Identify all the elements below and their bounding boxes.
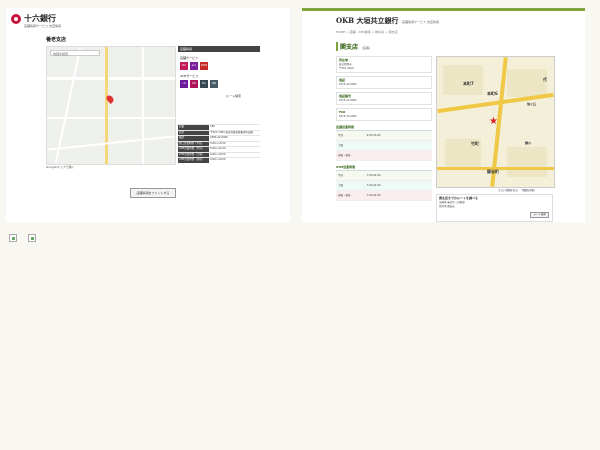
service-icon: 駐車場 <box>200 62 208 70</box>
map-links: 大きい地図を見る 地図を印刷 <box>498 188 534 192</box>
info-line: 0575-22-0000 <box>339 83 357 86</box>
route-search-link[interactable]: ルート検索 <box>226 94 260 98</box>
map-block <box>507 147 547 177</box>
map-road <box>47 77 175 80</box>
map-label: 錦谷町 <box>487 169 499 174</box>
row-value <box>364 150 432 161</box>
okb-brand[interactable]: OKB 大垣共立銀行 <box>336 16 399 26</box>
atm-service-icon: 出金 <box>190 80 198 88</box>
atm-service-icon: 入金 <box>180 80 188 88</box>
map-block <box>507 69 547 97</box>
row-value: 7:00-21:00 <box>364 171 432 181</box>
broken-image-icon <box>28 234 36 242</box>
map-label: 竹町 <box>471 141 479 146</box>
row-key: 日曜・祝日 <box>336 190 365 201</box>
map-label: 本町6 <box>487 91 498 96</box>
branch-info-table: 店番 280 住所 〒503-1383 岐阜県養老郡養老町高田 電話 0584-32-… <box>178 124 260 163</box>
row-value: 9:00～19:00 <box>209 157 260 163</box>
map-block <box>443 65 483 95</box>
row-value: 〒503-1383 岐阜県養老郡養老町高田 <box>209 129 260 136</box>
juroku-brand[interactable]: 十六銀行 <box>24 13 56 24</box>
hours-table: 平日 9:00-15:00 土曜 日曜・祝日 <box>336 131 432 161</box>
service-icons: 窓口 ATM 駐車場 <box>180 62 260 70</box>
print-map-link[interactable]: 地図を印刷 <box>522 189 535 192</box>
map-road <box>47 135 175 151</box>
atm-service-icons: 入金 出金 振込 通帳 <box>180 80 260 88</box>
row-key: 土曜 <box>336 180 365 191</box>
print-button[interactable]: 店舗情報をプリントする <box>130 188 176 198</box>
service-icon: 窓口 <box>180 62 188 70</box>
broken-image-icon <box>9 234 17 242</box>
route-destination: 目的地 関支店 <box>439 205 455 208</box>
row-key: 平日 <box>336 131 365 141</box>
table-row: 日曜・祝日 <box>336 150 432 161</box>
atm-service-icon: 通帳 <box>210 80 218 88</box>
open-in-google-maps-link[interactable]: Googleマップで開く <box>46 165 75 169</box>
info-block: 電話 0575-22-0000 <box>336 76 432 89</box>
row-key: 土曜 <box>336 140 365 151</box>
info-block: FAX 0575-22-0000 <box>336 108 432 121</box>
atm-hours-table: 平日 7:00-21:00 土曜 7:00-21:00 日曜・祝日 7:00-21:0… <box>336 171 432 201</box>
table-row: 平日 7:00-21:00 <box>336 171 432 181</box>
table-row: ATM営業時間（日祝） 9:00～19:00 <box>178 157 260 163</box>
info-line: 〒501-3000 <box>339 67 354 70</box>
row-key: 平日 <box>336 171 365 181</box>
row-value: 9:00-15:00 <box>364 131 432 141</box>
okb-top-bar <box>302 8 585 11</box>
google-map[interactable]: 地図を検索 <box>46 46 176 165</box>
juroku-brand-sub: 店舗情報サービス 支店情報 <box>24 24 61 28</box>
branch-map[interactable]: 本町7 本町6 代 旭ヶ丘 竹町 錦川 錦谷町 ★ <box>436 56 555 188</box>
okb-brand-sub: 店舗情報サービス 支店情報 <box>402 20 439 24</box>
info-line: 0575-22-0000 <box>339 115 357 118</box>
juroku-header: 十六銀行 店舗情報サービス 支店情報 <box>9 11 129 29</box>
map-road <box>105 47 108 164</box>
row-value: 7:00-21:00 <box>364 190 432 201</box>
route-search-button[interactable]: ルート検索 <box>530 212 549 218</box>
table-row: 土曜 <box>336 140 432 151</box>
info-block: 電話番号 0575-22-0000 <box>336 92 432 105</box>
map-label: 錦川 <box>525 141 532 145</box>
map-label: 代 <box>543 77 547 82</box>
atm-service-icon: 振込 <box>200 80 208 88</box>
okb-info-column: 所在地 岐阜県関市 〒501-3000 電話 0575-22-0000 電話番号… <box>336 56 432 204</box>
row-key: 日曜・祝日 <box>336 150 365 161</box>
okb-branch-page: OKB 大垣共立銀行 店舗情報サービス 支店情報 HOME > 店舗・ATM検索… <box>302 8 585 222</box>
branch-info-sidebar: 店舗情報 店舗サービス 窓口 ATM 駐車場 ATMサービス 入金 出金 振込 … <box>178 46 260 98</box>
breadcrumb[interactable]: HOME > 店舗・ATM検索 > 岐阜県 > 関支店 <box>336 30 398 34</box>
hours-title: 店舗営業時間 <box>336 124 432 131</box>
row-value <box>364 140 432 151</box>
route-panel: 関支店までのルートを調べる 出発地 ◉徒歩 ○自動車 目的地 関支店 ルート検索 <box>436 194 553 222</box>
branch-star-icon[interactable]: ★ <box>489 117 498 127</box>
large-map-link[interactable]: 大きい地図を見る <box>498 189 518 192</box>
map-label: 本町7 <box>463 81 474 86</box>
services-title: 店舗サービス <box>180 56 199 60</box>
service-icon: ATM <box>190 62 198 70</box>
info-block: 所在地 岐阜県関市 〒501-3000 <box>336 56 432 73</box>
juroku-logo-icon[interactable] <box>11 14 21 24</box>
row-key: ATM営業時間（日祝） <box>178 157 210 163</box>
info-line: 0575-22-0000 <box>339 99 357 102</box>
branch-code: （店番） <box>360 46 373 50</box>
row-value: 7:00-21:00 <box>364 180 432 191</box>
atm-hours-title: ATM営業時間 <box>336 164 432 171</box>
juroku-branch-page: 十六銀行 店舗情報サービス 支店情報 養老支店 地図を検索 Googleマップで… <box>6 8 290 222</box>
atm-services-title: ATMサービス <box>180 74 199 78</box>
sidebar-header: 店舗情報 <box>178 46 260 52</box>
map-road <box>142 47 144 164</box>
page-title: 関支店 （店番） <box>336 42 372 51</box>
page-title: 養老支店 <box>46 37 67 43</box>
branch-name: 関支店 <box>340 44 359 51</box>
map-label: 旭ヶ丘 <box>527 102 537 106</box>
table-row: 平日 9:00-15:00 <box>336 131 432 141</box>
table-row: 土曜 7:00-21:00 <box>336 180 432 191</box>
table-row: 日曜・祝日 7:00-21:00 <box>336 190 432 201</box>
map-search-input[interactable]: 地図を検索 <box>50 50 100 56</box>
